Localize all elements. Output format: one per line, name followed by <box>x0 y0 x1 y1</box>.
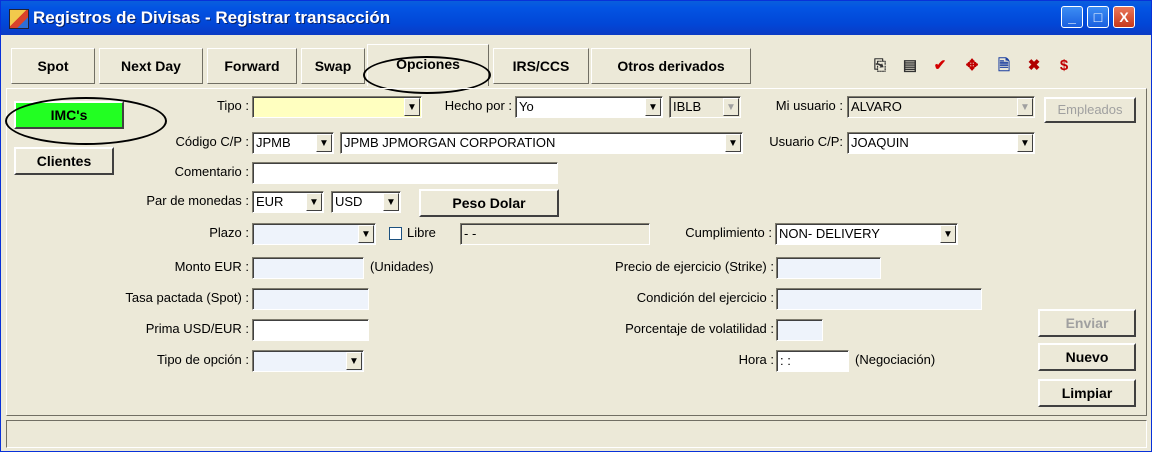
volatilidad-input[interactable] <box>776 319 823 341</box>
tipo-select[interactable]: ▼ <box>252 96 422 118</box>
tipo-opcion-label: Tipo de opción : <box>156 352 249 367</box>
maximize-button[interactable]: □ <box>1087 6 1109 28</box>
notes-icon[interactable]: ▤ <box>897 53 923 79</box>
codigo-cp-name-select[interactable]: JPMB JPMORGAN CORPORATION ▼ <box>340 132 743 154</box>
libre-date-field: - - <box>460 223 650 245</box>
cash-icon[interactable]: $ <box>1051 53 1077 79</box>
tab-swap[interactable]: Swap <box>301 48 365 84</box>
volatilidad-label: Porcentaje de volatilidad : <box>625 321 774 336</box>
codigo-cp-code: JPMB <box>256 135 291 150</box>
condicion-label: Condición del ejercicio : <box>636 290 774 305</box>
hora-label: Hora : <box>738 352 774 367</box>
tab-irs-ccs[interactable]: IRS/CCS <box>493 48 589 84</box>
tasa-pactada-label: Tasa pactada (Spot) : <box>125 290 249 305</box>
hora-input[interactable]: : : <box>776 350 849 372</box>
chevron-down-icon[interactable]: ▼ <box>383 193 399 211</box>
cumplimiento-label: Cumplimiento : <box>685 225 772 240</box>
title-bar[interactable]: Registros de Divisas - Registrar transac… <box>1 1 1151 35</box>
mi-usuario-value: ALVARO <box>851 99 902 114</box>
tab-next-day[interactable]: Next Day <box>99 48 203 84</box>
clientes-button[interactable]: Clientes <box>14 147 114 175</box>
usuario-cp-value: JOAQUIN <box>851 135 909 150</box>
chevron-down-icon: ▼ <box>723 98 739 116</box>
tipo-opcion-select[interactable]: ▼ <box>252 350 364 372</box>
hecho-por-value: Yo <box>519 99 534 114</box>
prima-label: Prima USD/EUR : <box>145 321 249 336</box>
iblb-select: IBLB ▼ <box>669 96 741 118</box>
imcs-button[interactable]: IMC's <box>14 101 124 129</box>
nuevo-button[interactable]: Nuevo <box>1038 343 1136 371</box>
document-icon[interactable]: 🗎 <box>991 53 1017 79</box>
mi-usuario-label: Mi usuario : <box>775 98 843 113</box>
comentario-input[interactable] <box>252 162 558 184</box>
base-currency-select[interactable]: EUR ▼ <box>252 191 324 213</box>
tab-forward[interactable]: Forward <box>207 48 297 84</box>
tipo-label: Tipo : <box>216 98 249 113</box>
plazo-label: Plazo : <box>209 225 249 240</box>
chevron-down-icon[interactable]: ▼ <box>404 98 420 116</box>
prima-input[interactable] <box>252 319 369 341</box>
monto-units-label: (Unidades) <box>370 259 434 274</box>
codigo-cp-name: JPMB JPMORGAN CORPORATION <box>344 135 556 150</box>
empleados-button: Empleados <box>1044 97 1136 123</box>
precio-ejercicio-label: Precio de ejercicio (Strike) : <box>615 259 774 274</box>
chevron-down-icon[interactable]: ▼ <box>940 225 956 243</box>
libre-checkbox[interactable] <box>389 227 402 240</box>
usuario-cp-select[interactable]: JOAQUIN ▼ <box>847 132 1035 154</box>
window-title: Registros de Divisas - Registrar transac… <box>33 8 391 27</box>
chevron-down-icon[interactable]: ▼ <box>645 98 661 116</box>
chevron-down-icon[interactable]: ▼ <box>346 352 362 370</box>
form-panel: IMC's Clientes Tipo : ▼ Hecho por : Yo ▼… <box>6 88 1147 416</box>
tab-bar: Spot Next Day Forward Swap Opciones IRS/… <box>1 35 1151 88</box>
copy-doc-icon[interactable]: ⎘ <box>867 53 893 79</box>
delete-doc-icon[interactable]: ✖ <box>1021 53 1047 79</box>
cumplimiento-select[interactable]: NON- DELIVERY ▼ <box>775 223 958 245</box>
iblb-value: IBLB <box>673 99 702 114</box>
codigo-cp-code-select[interactable]: JPMB ▼ <box>252 132 334 154</box>
chevron-down-icon[interactable]: ▼ <box>725 134 741 152</box>
plazo-select[interactable]: ▼ <box>252 223 376 245</box>
app-icon <box>9 9 29 29</box>
chevron-down-icon[interactable]: ▼ <box>358 225 374 243</box>
status-bar <box>6 420 1147 448</box>
condicion-input[interactable] <box>776 288 982 310</box>
quote-currency-value: USD <box>335 194 363 209</box>
cumplimiento-value: NON- DELIVERY <box>779 226 880 241</box>
mi-usuario-select: ALVARO ▼ <box>847 96 1035 118</box>
base-currency-value: EUR <box>256 194 284 209</box>
codigo-cp-label: Código C/P : <box>175 134 249 149</box>
tab-spot[interactable]: Spot <box>11 48 95 84</box>
chevron-down-icon: ▼ <box>1017 98 1033 116</box>
par-monedas-label: Par de monedas : <box>146 193 249 208</box>
limpiar-button[interactable]: Limpiar <box>1038 379 1136 407</box>
hora-note-label: (Negociación) <box>855 352 936 367</box>
minimize-button[interactable]: _ <box>1061 6 1083 28</box>
comentario-label: Comentario : <box>174 164 249 179</box>
tab-otros-derivados[interactable]: Otros derivados <box>591 48 751 84</box>
libre-label: Libre <box>407 225 436 240</box>
hecho-por-label: Hecho por : <box>444 98 512 113</box>
close-button[interactable]: X <box>1113 6 1135 28</box>
chevron-down-icon[interactable]: ▼ <box>1017 134 1033 152</box>
check-approve-icon[interactable]: ✔ <box>927 53 953 79</box>
enviar-button: Enviar <box>1038 309 1136 337</box>
quote-currency-select[interactable]: USD ▼ <box>331 191 401 213</box>
peso-dolar-button[interactable]: Peso Dolar <box>419 189 559 217</box>
app-window: Registros de Divisas - Registrar transac… <box>0 0 1152 452</box>
usuario-cp-label: Usuario C/P: <box>769 134 843 149</box>
tab-opciones[interactable]: Opciones <box>367 44 489 86</box>
chevron-down-icon[interactable]: ▼ <box>316 134 332 152</box>
chevron-down-icon[interactable]: ▼ <box>306 193 322 211</box>
move-arrows-icon[interactable]: ✥ <box>959 53 985 79</box>
monto-input[interactable] <box>252 257 364 279</box>
tasa-pactada-input[interactable] <box>252 288 369 310</box>
hecho-por-select[interactable]: Yo ▼ <box>515 96 663 118</box>
precio-ejercicio-input[interactable] <box>776 257 881 279</box>
monto-label: Monto EUR : <box>174 259 249 274</box>
